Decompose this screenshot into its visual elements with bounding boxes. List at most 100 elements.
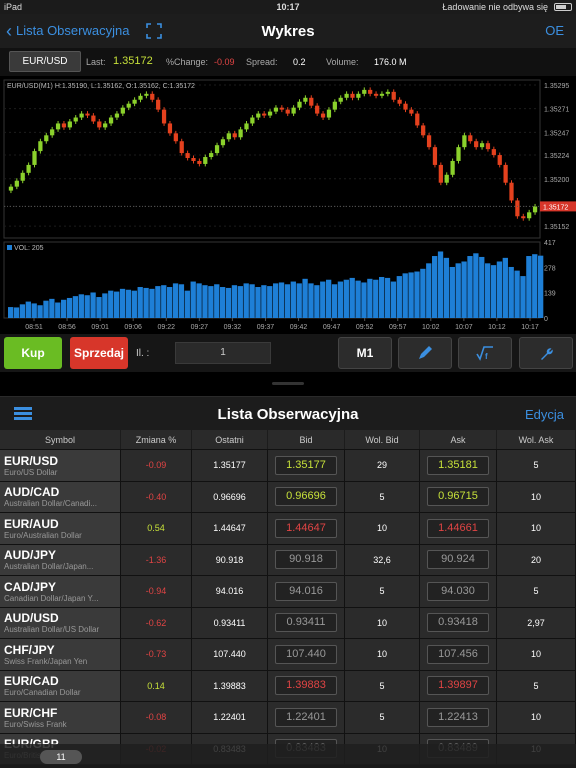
candle-body <box>191 158 196 161</box>
candle-body <box>385 91 390 94</box>
sell-button[interactable]: Sprzedaj <box>70 337 128 369</box>
symbol-selector[interactable]: EUR/USD <box>9 51 81 72</box>
table-row[interactable]: EUR/CHF Euro/Swiss Frank -0.08 1.22401 1.224… <box>0 702 576 734</box>
timeframe-button[interactable]: M1 <box>338 337 392 369</box>
candle-body <box>220 139 226 146</box>
last-cell: 1.22401 <box>192 702 268 733</box>
ask-price-button[interactable]: 90.924 <box>427 550 489 570</box>
volume-bar <box>143 287 149 318</box>
chart-canvas[interactable]: 1.35295 1.35271 1.35247 1.35224 1.35200 1.351… <box>0 76 576 334</box>
bid-volume-cell: 5 <box>345 670 420 701</box>
candle-body <box>79 113 84 118</box>
col-bid-volume[interactable]: Wol. Bid <box>345 430 420 449</box>
candle-body <box>156 99 161 110</box>
symbol-cell[interactable]: AUD/JPY Australian Dollar/Japan... <box>0 544 121 575</box>
quantity-input[interactable]: 1 <box>175 342 271 364</box>
col-change[interactable]: Zmiana % <box>121 430 192 449</box>
last-cell: 1.39883 <box>192 670 268 701</box>
oe-button[interactable]: OE <box>545 23 564 38</box>
last-cell: 0.96696 <box>192 481 268 512</box>
candle-body <box>291 107 296 114</box>
col-last[interactable]: Ostatni <box>192 430 268 449</box>
volume-bar <box>420 268 426 318</box>
change-cell: 0.54 <box>121 513 192 544</box>
last-cell: 94.016 <box>192 576 268 607</box>
volume-bar <box>520 276 526 318</box>
ask-price-button[interactable]: 0.93418 <box>427 613 489 633</box>
resize-handle[interactable] <box>272 382 304 385</box>
candle-body <box>73 117 78 122</box>
symbol-cell[interactable]: EUR/CHF Euro/Swiss Frank <box>0 702 121 733</box>
candle-body <box>150 93 155 100</box>
col-bid[interactable]: Bid <box>268 430 345 449</box>
bid-price-button[interactable]: 0.96696 <box>275 487 337 507</box>
bid-price-button[interactable]: 1.44647 <box>275 518 337 538</box>
table-row[interactable]: EUR/AUD Euro/Australian Dollar 0.54 1.44647… <box>0 513 576 545</box>
ask-price-button[interactable]: 1.39897 <box>427 676 489 696</box>
bid-price-button[interactable]: 1.39883 <box>275 676 337 696</box>
table-row[interactable]: AUD/USD Australian Dollar/US Dollar -0.62 0… <box>0 607 576 639</box>
symbol-cell[interactable]: CAD/JPY Canadian Dollar/Japan Y... <box>0 576 121 607</box>
symbol-cell[interactable]: AUD/USD Australian Dollar/US Dollar <box>0 607 121 638</box>
candle-body <box>120 107 125 114</box>
indicators-button[interactable]: f <box>458 337 512 369</box>
buy-button[interactable]: Kup <box>4 337 62 369</box>
bid-price-button[interactable]: 0.93411 <box>275 613 337 633</box>
symbol-cell[interactable]: EUR/CAD Euro/Canadian Dollar <box>0 670 121 701</box>
volume-bar <box>102 293 108 318</box>
bid-price-button[interactable]: 94.016 <box>275 581 337 601</box>
change-cell: -0.73 <box>121 639 192 670</box>
table-row[interactable]: EUR/USD Euro/US Dollar -0.09 1.35177 1.35177… <box>0 450 576 482</box>
ask-cell: 90.924 <box>420 544 497 575</box>
edit-button[interactable]: Edycja <box>525 407 564 422</box>
candle-body <box>126 103 131 108</box>
candle-body <box>432 147 438 165</box>
symbol-cell[interactable]: EUR/USD Euro/US Dollar <box>0 450 121 481</box>
settings-button[interactable] <box>519 337 573 369</box>
page-indicator[interactable]: 11 <box>40 750 82 764</box>
candle-body <box>138 95 143 100</box>
col-ask[interactable]: Ask <box>420 430 497 449</box>
ask-price-button[interactable]: 1.44661 <box>427 518 489 538</box>
volume-value: 176.0 M <box>374 57 407 67</box>
candle-body <box>438 164 443 183</box>
col-symbol[interactable]: Symbol <box>0 430 121 449</box>
volume-legend-swatch <box>7 245 12 250</box>
table-row[interactable]: AUD/CAD Australian Dollar/Canadi... -0.40 0… <box>0 481 576 513</box>
bid-price-button[interactable]: 1.35177 <box>275 455 337 475</box>
bid-price-button[interactable]: 107.440 <box>275 644 337 664</box>
table-row[interactable]: EUR/CAD Euro/Canadian Dollar 0.14 1.39883 1.… <box>0 670 576 702</box>
candle-body <box>20 172 25 181</box>
price-chart[interactable]: 1.35295 1.35271 1.35247 1.35224 1.35200 1.351… <box>0 76 576 334</box>
symbol-description: Euro/Australian Dollar <box>4 530 82 540</box>
symbol-cell[interactable]: CHF/JPY Swiss Frank/Japan Yen <box>0 639 121 670</box>
ask-price-button[interactable]: 1.22413 <box>427 707 489 727</box>
ask-volume-cell: 10 <box>497 702 576 733</box>
bid-price-button[interactable]: 1.22401 <box>275 707 337 727</box>
page-title: Wykres <box>261 23 315 40</box>
volume-bar <box>290 281 296 318</box>
volume-bar <box>367 278 373 318</box>
draw-tool-button[interactable] <box>398 337 452 369</box>
symbol-cell[interactable]: AUD/CAD Australian Dollar/Canadi... <box>0 481 121 512</box>
ask-price-button[interactable]: 94.030 <box>427 581 489 601</box>
volume-bar <box>255 287 261 318</box>
ask-price-button[interactable]: 107.456 <box>427 644 489 664</box>
symbol-name: EUR/USD <box>4 453 59 468</box>
bid-volume-cell: 32,6 <box>345 544 420 575</box>
ask-price-button[interactable]: 0.96715 <box>427 487 489 507</box>
symbol-cell[interactable]: EUR/AUD Euro/Australian Dollar <box>0 513 121 544</box>
table-row[interactable]: CHF/JPY Swiss Frank/Japan Yen -0.73 107.440… <box>0 639 576 671</box>
ask-price-button[interactable]: 1.35181 <box>427 455 489 475</box>
table-row[interactable]: CAD/JPY Canadian Dollar/Japan Y... -0.94 94… <box>0 576 576 608</box>
col-ask-volume[interactable]: Wol. Ask <box>497 430 576 449</box>
volume-bar <box>55 302 61 318</box>
table-row[interactable]: AUD/JPY Australian Dollar/Japan... -1.36 90… <box>0 544 576 576</box>
candle-body <box>426 135 432 148</box>
bid-price-button[interactable]: 90.918 <box>275 550 337 570</box>
change-label: %Change: <box>166 57 209 67</box>
volume-bar <box>320 281 326 318</box>
volume-bar <box>249 284 255 318</box>
volume-bar <box>473 253 479 318</box>
change-cell: 0.14 <box>121 670 192 701</box>
